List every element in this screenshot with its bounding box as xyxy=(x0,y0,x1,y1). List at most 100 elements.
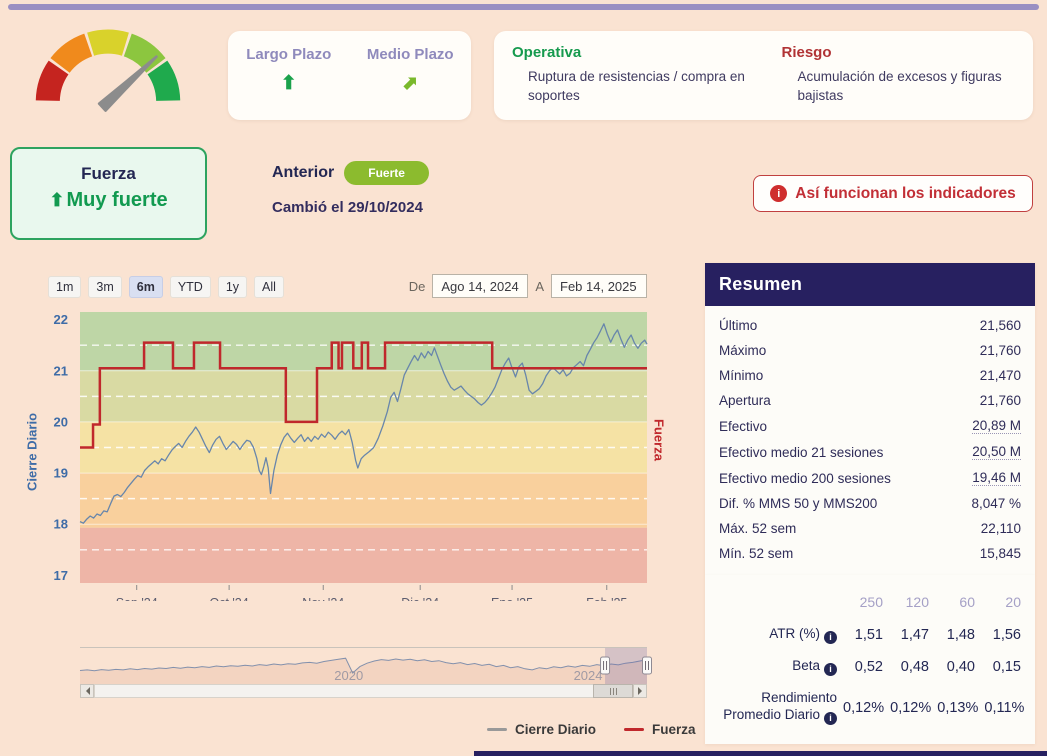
fuerza-value: ⬆ Muy fuerte xyxy=(12,189,205,212)
stats-table-header: 250 120 60 20 xyxy=(719,587,1021,619)
resumen-row: Mínimo 21,470 xyxy=(719,363,1021,388)
stats-column-header: 20 xyxy=(1005,594,1021,610)
stats-column-header: 60 xyxy=(959,594,975,610)
stats-cell-value: 0,40 xyxy=(946,659,975,676)
navigator-handle[interactable] xyxy=(600,656,611,675)
navigator-area xyxy=(80,658,647,684)
stats-cell-value: 0,48 xyxy=(900,659,929,676)
info-icon[interactable]: i xyxy=(824,712,837,726)
resumen-row-label: Efectivo medio 200 sesiones xyxy=(719,470,891,486)
info-button-label: Así funcionan los indicadores xyxy=(795,184,1016,202)
x-tick-label: Sep '24 xyxy=(116,596,158,601)
resumen-row-label: Último xyxy=(719,318,758,333)
resumen-row-value: 21,470 xyxy=(979,368,1021,383)
range-button-1m[interactable]: 1m xyxy=(48,276,82,298)
stats-row-label-text: Beta xyxy=(792,658,820,674)
gauge-segment xyxy=(87,29,129,56)
riesgo-block: Riesgo Acumulación de excesos y figuras … xyxy=(764,44,1034,120)
range-button-3m[interactable]: 3m xyxy=(88,276,122,298)
chart-band xyxy=(80,312,647,371)
range-button-ytd[interactable]: YTD xyxy=(169,276,211,298)
up-arrow-icon: ⬆ xyxy=(49,190,65,210)
scrollbar-thumb[interactable] xyxy=(593,684,633,698)
chart-band xyxy=(80,473,647,528)
date-to-label: A xyxy=(535,278,544,294)
resumen-row-value: 22,110 xyxy=(980,521,1021,536)
date-from-input[interactable] xyxy=(432,274,529,298)
stats-row-label: Rendimiento Promedio Diario i xyxy=(719,690,837,726)
stats-cell-value: 1,47 xyxy=(900,627,929,644)
resumen-row-value[interactable]: 19,46 M xyxy=(972,470,1021,486)
y-tick-label: 18 xyxy=(54,517,68,532)
legend-swatch xyxy=(624,728,645,731)
how-indicators-work-button[interactable]: i Así funcionan los indicadores xyxy=(753,175,1033,212)
stats-table-row: ATR (%) i 1,51 1,47 1,48 1,56 xyxy=(719,619,1021,651)
medio-plazo-label: Medio Plazo xyxy=(366,46,454,63)
resumen-row-label: Mínimo xyxy=(719,368,764,383)
stats-cell-value: 1,51 xyxy=(854,627,883,644)
stats-table-panel: 250 120 60 20 ATR (%) i 1,51 1,47 1,48 1,56 Beta i 0… xyxy=(705,575,1035,745)
fuerza-title: Fuerza xyxy=(81,164,136,183)
legend-label: Fuerza xyxy=(652,722,696,737)
anterior-row: Anterior Fuerte xyxy=(272,161,429,185)
stats-row-label: Beta i xyxy=(719,658,837,677)
resumen-row-value[interactable]: 20,50 M xyxy=(972,444,1021,460)
scrollbar-track[interactable] xyxy=(94,684,633,698)
signal-card: Operativa Ruptura de resistencias / comp… xyxy=(494,31,1033,120)
chart-band xyxy=(80,527,647,583)
main-chart-canvas: 17 18 19 20 21 22 Sep '24 Oct '24 Nov '24 Dic '24… xyxy=(54,312,648,610)
scrollbar-left-arrow[interactable] xyxy=(80,684,94,698)
y-tick-label: 20 xyxy=(54,414,68,429)
range-button-6m[interactable]: 6m xyxy=(128,276,163,298)
stats-column-header: 250 xyxy=(859,594,883,610)
resumen-row-value: 15,845 xyxy=(979,546,1021,561)
up-arrow-icon: ⬆ xyxy=(280,73,297,94)
stats-cell-value: 0,12% xyxy=(843,699,885,716)
range-button-all[interactable]: All xyxy=(254,276,284,298)
x-tick-label: Nov '24 xyxy=(302,596,344,601)
navigator-handle[interactable] xyxy=(642,656,652,675)
y-tick-label: 19 xyxy=(54,466,68,481)
y-tick-label: 22 xyxy=(54,312,68,327)
scrollbar-right-arrow[interactable] xyxy=(633,684,647,698)
navigator-year-label: 2020 xyxy=(334,668,363,683)
resumen-row: Máximo 21,760 xyxy=(719,338,1021,363)
resumen-body: Último 21,560 Máximo 21,760 Mínimo 21,470 Aper… xyxy=(705,306,1035,575)
range-button-1y[interactable]: 1y xyxy=(217,276,248,298)
legend-item-fuerza[interactable]: Fuerza xyxy=(624,722,696,737)
x-tick-label: Oct '24 xyxy=(210,596,249,601)
stats-cell-value: 1,56 xyxy=(992,627,1021,644)
stats-column-header: 120 xyxy=(905,594,929,610)
resumen-row: Efectivo medio 21 sesiones 20,50 M xyxy=(719,439,1021,465)
resumen-row: Dif. % MMS 50 y MMS200 8,047 % xyxy=(719,491,1021,516)
resumen-row: Efectivo medio 200 sesiones 19,46 M xyxy=(719,465,1021,491)
stats-cell-value: 0,13% xyxy=(937,699,979,716)
main-chart[interactable]: 17 18 19 20 21 22 Sep '24 Oct '24 Nov '24 Dic '24… xyxy=(0,305,672,610)
stats-row-label: ATR (%) i xyxy=(719,626,837,645)
resumen-row-label: Máximo xyxy=(719,343,767,358)
info-icon[interactable]: i xyxy=(824,631,837,645)
left-axis-title: Cierre Diario xyxy=(24,412,40,492)
date-to-input[interactable] xyxy=(551,274,647,298)
date-from-label: De xyxy=(408,278,426,294)
resumen-row-value[interactable]: 20,89 M xyxy=(972,418,1021,434)
resumen-row-label: Apertura xyxy=(719,393,771,408)
resumen-row-label: Mín. 52 sem xyxy=(719,546,794,561)
operativa-block: Operativa Ruptura de resistencias / comp… xyxy=(494,44,764,120)
x-tick-label: Dic '24 xyxy=(401,596,439,601)
stats-table-row: Beta i 0,52 0,48 0,40 0,15 xyxy=(719,651,1021,683)
stats-cell-value: 0,12% xyxy=(890,699,932,716)
chart-scrollbar[interactable] xyxy=(80,684,647,698)
anterior-label: Anterior xyxy=(272,164,335,181)
x-tick-label: Feb '25 xyxy=(586,596,627,601)
navigator-selection[interactable] xyxy=(605,648,647,684)
right-axis-title: Fuerza xyxy=(651,419,667,461)
operativa-title: Operativa xyxy=(512,44,582,61)
info-icon: i xyxy=(770,185,788,202)
resumen-row-label: Dif. % MMS 50 y MMS200 xyxy=(719,496,878,511)
legend-item-cierre-diario[interactable]: Cierre Diario xyxy=(487,722,596,737)
info-icon[interactable]: i xyxy=(824,663,837,677)
fuerza-indicator-card: Fuerza ⬆ Muy fuerte xyxy=(10,147,207,240)
resumen-title: Resumen xyxy=(705,263,1035,306)
resumen-row: Mín. 52 sem 15,845 xyxy=(719,541,1021,566)
